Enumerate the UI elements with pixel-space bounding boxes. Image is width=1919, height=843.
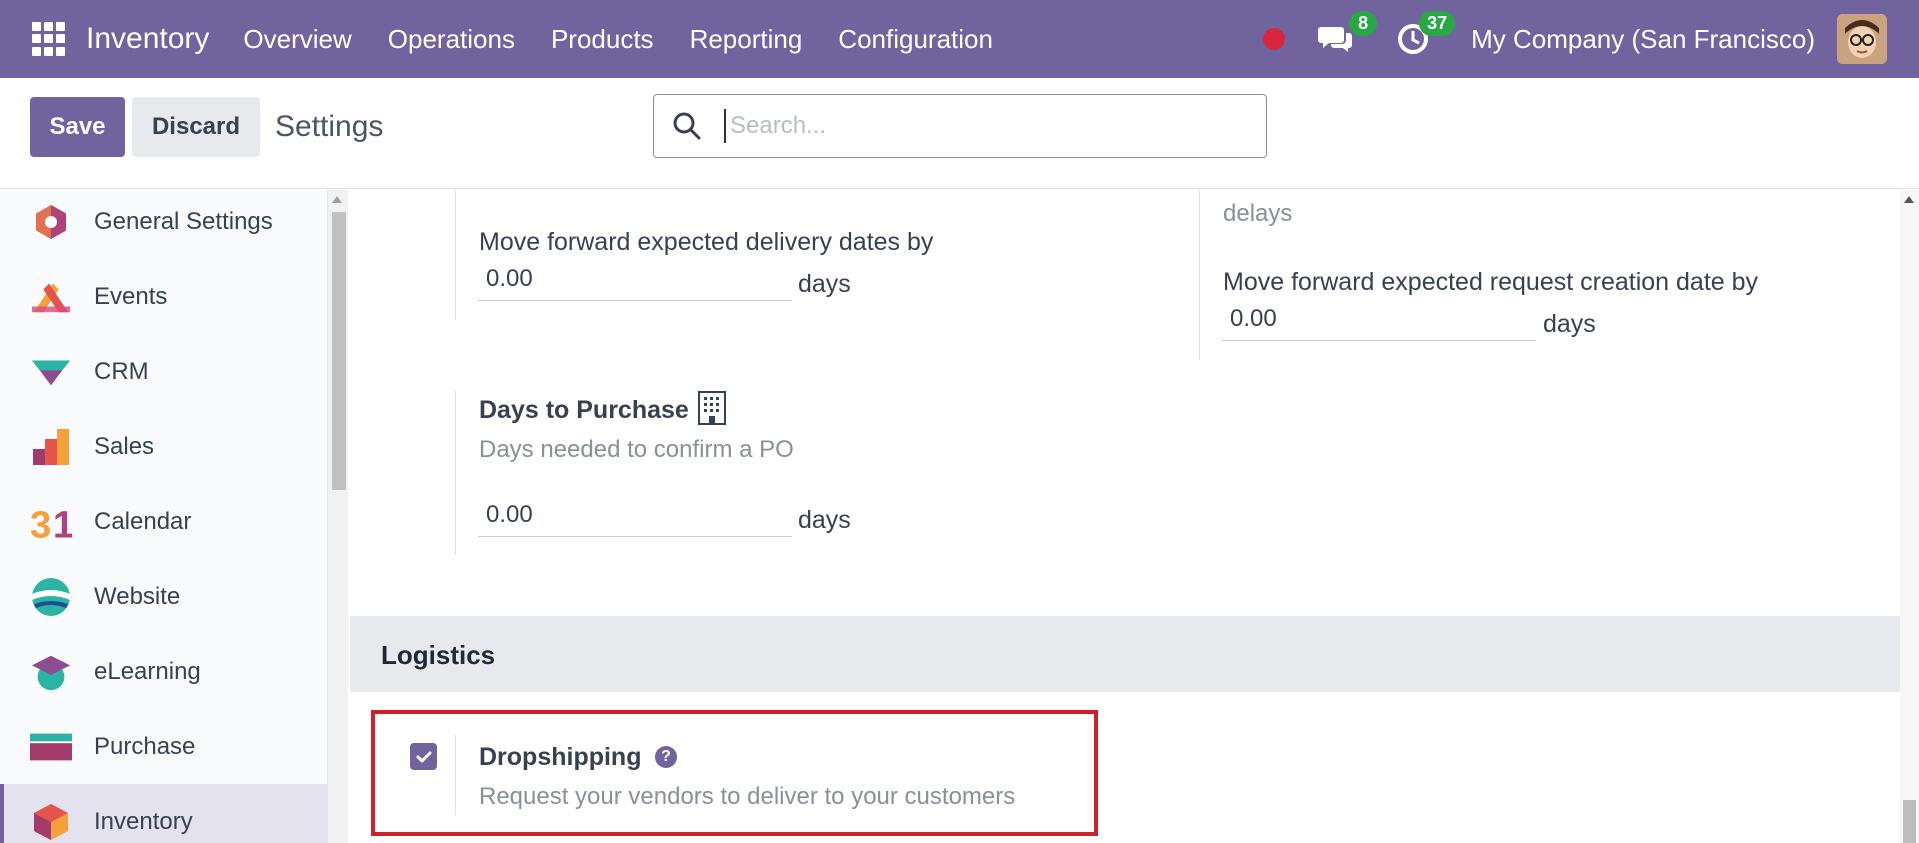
dropshipping-desc: Request your vendors to deliver to your … — [479, 783, 1016, 810]
chat-icon[interactable]: 8 — [1315, 11, 1378, 59]
elearning-icon — [30, 651, 72, 693]
control-panel: Save Discard Settings — [0, 78, 1919, 189]
delays-text: delays — [1223, 200, 1293, 227]
settings-content: Move forward expected delivery dates by … — [350, 190, 1900, 843]
activity-clock-icon[interactable]: 37 — [1393, 11, 1456, 59]
sidebar-item-label: Sales — [94, 432, 155, 460]
events-icon — [30, 276, 72, 318]
sidebar-item-general-settings[interactable]: General Settings — [0, 184, 328, 259]
days-unit: days — [798, 270, 851, 298]
sidebar-item-inventory[interactable]: Inventory — [0, 784, 328, 843]
menu-products[interactable]: Products — [551, 24, 654, 55]
sidebar-item-website[interactable]: Website — [0, 559, 328, 634]
dropshipping-checkbox[interactable] — [410, 743, 437, 770]
days-unit: days — [1543, 310, 1596, 338]
crm-icon — [30, 351, 72, 393]
svg-text:1: 1 — [53, 503, 72, 542]
sidebar-item-label: Events — [94, 282, 168, 310]
chat-badge: 8 — [1349, 11, 1378, 36]
recording-indicator-icon[interactable] — [1263, 28, 1286, 50]
apps-grid-icon[interactable] — [32, 22, 66, 56]
sidebar-scroll-thumb[interactable] — [332, 212, 346, 490]
divider — [1199, 190, 1200, 360]
menu-configuration[interactable]: Configuration — [838, 24, 993, 55]
search-icon — [672, 111, 702, 146]
sidebar-item-label: eLearning — [94, 657, 201, 685]
sidebar-item-purchase[interactable]: Purchase — [0, 709, 328, 784]
general-settings-icon — [30, 201, 72, 243]
top-navbar: Inventory Overview Operations Products R… — [0, 0, 1919, 78]
days-to-purchase-input[interactable] — [478, 493, 792, 537]
sidebar-item-label: CRM — [94, 357, 149, 385]
activity-badge: 37 — [1419, 11, 1456, 36]
dropshipping-highlight-box — [371, 710, 1098, 836]
main-scrollbar[interactable] — [1900, 190, 1919, 843]
sidebar-item-events[interactable]: Events — [0, 259, 328, 334]
search-box[interactable] — [653, 94, 1267, 158]
sidebar-item-crm[interactable]: CRM — [0, 334, 328, 409]
move-forward-delivery-label: Move forward expected delivery dates by — [479, 228, 934, 256]
move-forward-delivery-input[interactable] — [478, 257, 792, 301]
days-to-purchase-title: Days to Purchase — [479, 396, 689, 424]
divider — [455, 390, 456, 555]
discard-button[interactable]: Discard — [132, 97, 260, 157]
calendar-icon: 31 — [30, 501, 72, 543]
days-to-purchase-desc: Days needed to confirm a PO — [479, 436, 794, 463]
purchase-icon — [30, 726, 72, 768]
sales-icon — [30, 426, 72, 468]
menu-overview[interactable]: Overview — [243, 24, 351, 55]
company-switcher[interactable]: My Company (San Francisco) — [1471, 24, 1815, 55]
search-input[interactable] — [724, 109, 1244, 143]
sidebar-item-calendar[interactable]: 31 Calendar — [0, 484, 328, 559]
divider — [455, 190, 456, 320]
main-scroll-thumb[interactable] — [1903, 800, 1916, 843]
sidebar-item-label: Calendar — [94, 507, 192, 535]
sidebar-item-label: Purchase — [94, 732, 196, 760]
main-scroll-up-icon[interactable] — [1904, 196, 1914, 203]
save-button[interactable]: Save — [30, 97, 125, 157]
svg-text:3: 3 — [30, 503, 51, 542]
sidebar-item-sales[interactable]: Sales — [0, 409, 328, 484]
sidebar-scroll-up-icon[interactable] — [332, 196, 342, 203]
menu-operations[interactable]: Operations — [388, 24, 515, 55]
move-forward-request-label: Move forward expected request creation d… — [1223, 268, 1759, 296]
user-avatar[interactable] — [1837, 14, 1887, 64]
logistics-title: Logistics — [381, 640, 496, 670]
dropshipping-title: Dropshipping — [479, 743, 642, 771]
divider — [455, 735, 456, 815]
sidebar-item-label: Website — [94, 582, 181, 610]
app-brand[interactable]: Inventory — [86, 22, 209, 56]
page-title: Settings — [275, 110, 384, 143]
menu-reporting[interactable]: Reporting — [690, 24, 803, 55]
move-forward-request-input[interactable] — [1222, 297, 1536, 341]
days-unit: days — [798, 506, 851, 534]
sidebar-item-label: Inventory — [94, 807, 193, 835]
inventory-icon — [30, 801, 72, 843]
website-icon — [30, 576, 72, 618]
help-question-icon[interactable]: ? — [655, 746, 677, 768]
sidebar-item-elearning[interactable]: eLearning — [0, 634, 328, 709]
settings-sidebar: General Settings Events CRM Sales 31 Cal… — [0, 190, 328, 843]
company-building-icon — [697, 390, 727, 431]
logistics-section-header: Logistics — [350, 616, 1900, 692]
sidebar-item-label: General Settings — [94, 207, 273, 235]
